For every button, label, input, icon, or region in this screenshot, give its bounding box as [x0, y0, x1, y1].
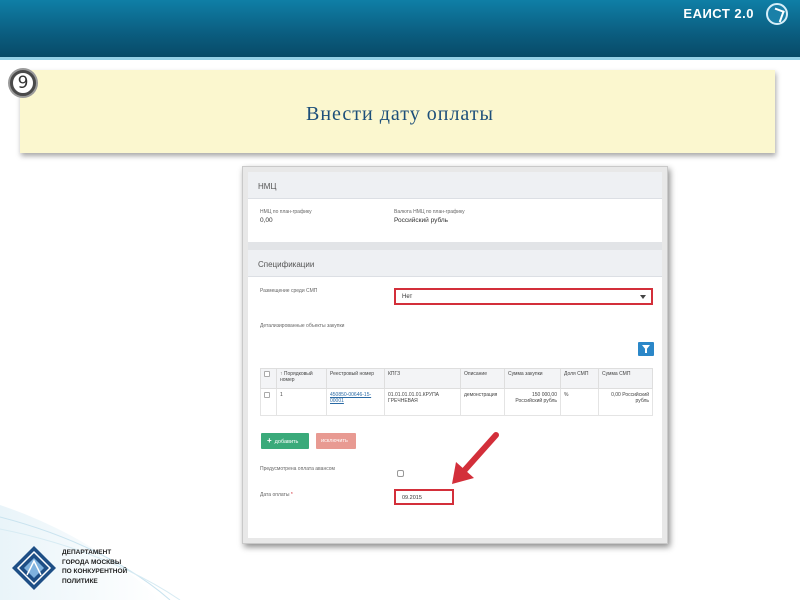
dept-line: ГОРОДА МОСКВЫ [62, 558, 122, 566]
dept-line: ПОЛИТИКЕ [62, 577, 98, 585]
step-number-badge: 9 [10, 70, 36, 96]
dept-line: ДЕПАРТАМЕНТ [62, 549, 112, 556]
dept-line: ПО КОНКУРЕНТНОЙ [62, 568, 128, 575]
department-name: ДЕПАРТАМЕНТ ГОРОДА МОСКВЫ ПО КОНКУРЕНТНО… [62, 548, 127, 586]
department-logo-icon [12, 546, 56, 590]
